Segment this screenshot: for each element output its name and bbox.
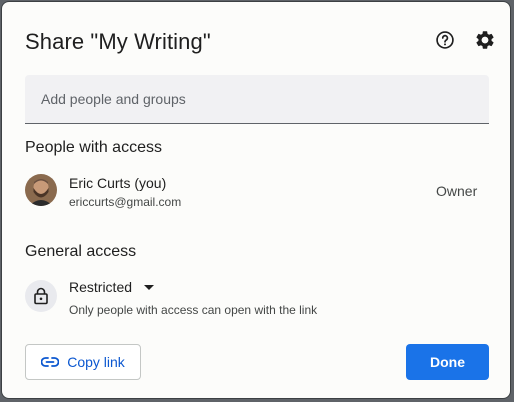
general-access-selected: Restricted [69,279,133,295]
add-people-field[interactable] [25,75,489,124]
avatar [25,174,57,206]
copy-link-button[interactable]: Copy link [25,344,141,380]
help-button[interactable] [433,28,457,52]
help-circle-icon [436,31,454,49]
settings-button[interactable] [473,28,497,52]
lock-icon-badge [25,280,57,312]
person-email: ericcurts@gmail.com [69,195,182,209]
person-role: Owner [436,183,478,199]
chevron-down-icon [144,284,155,290]
general-access-heading: General access [25,243,137,260]
add-people-input[interactable] [25,75,489,123]
share-dialog: Share "My Writing" People with access Er… [1,1,511,399]
general-access-description: Only people with access can open with th… [69,303,318,317]
person-name: Eric Curts (you) [69,175,167,191]
dialog-title: Share "My Writing" [25,29,211,54]
copy-link-label: Copy link [67,354,125,370]
general-access-dropdown[interactable]: Restricted [69,279,155,295]
done-button[interactable]: Done [406,344,489,380]
lock-icon [34,287,48,305]
people-with-access-heading: People with access [25,139,162,156]
gear-icon [476,31,494,49]
link-icon [41,357,60,367]
